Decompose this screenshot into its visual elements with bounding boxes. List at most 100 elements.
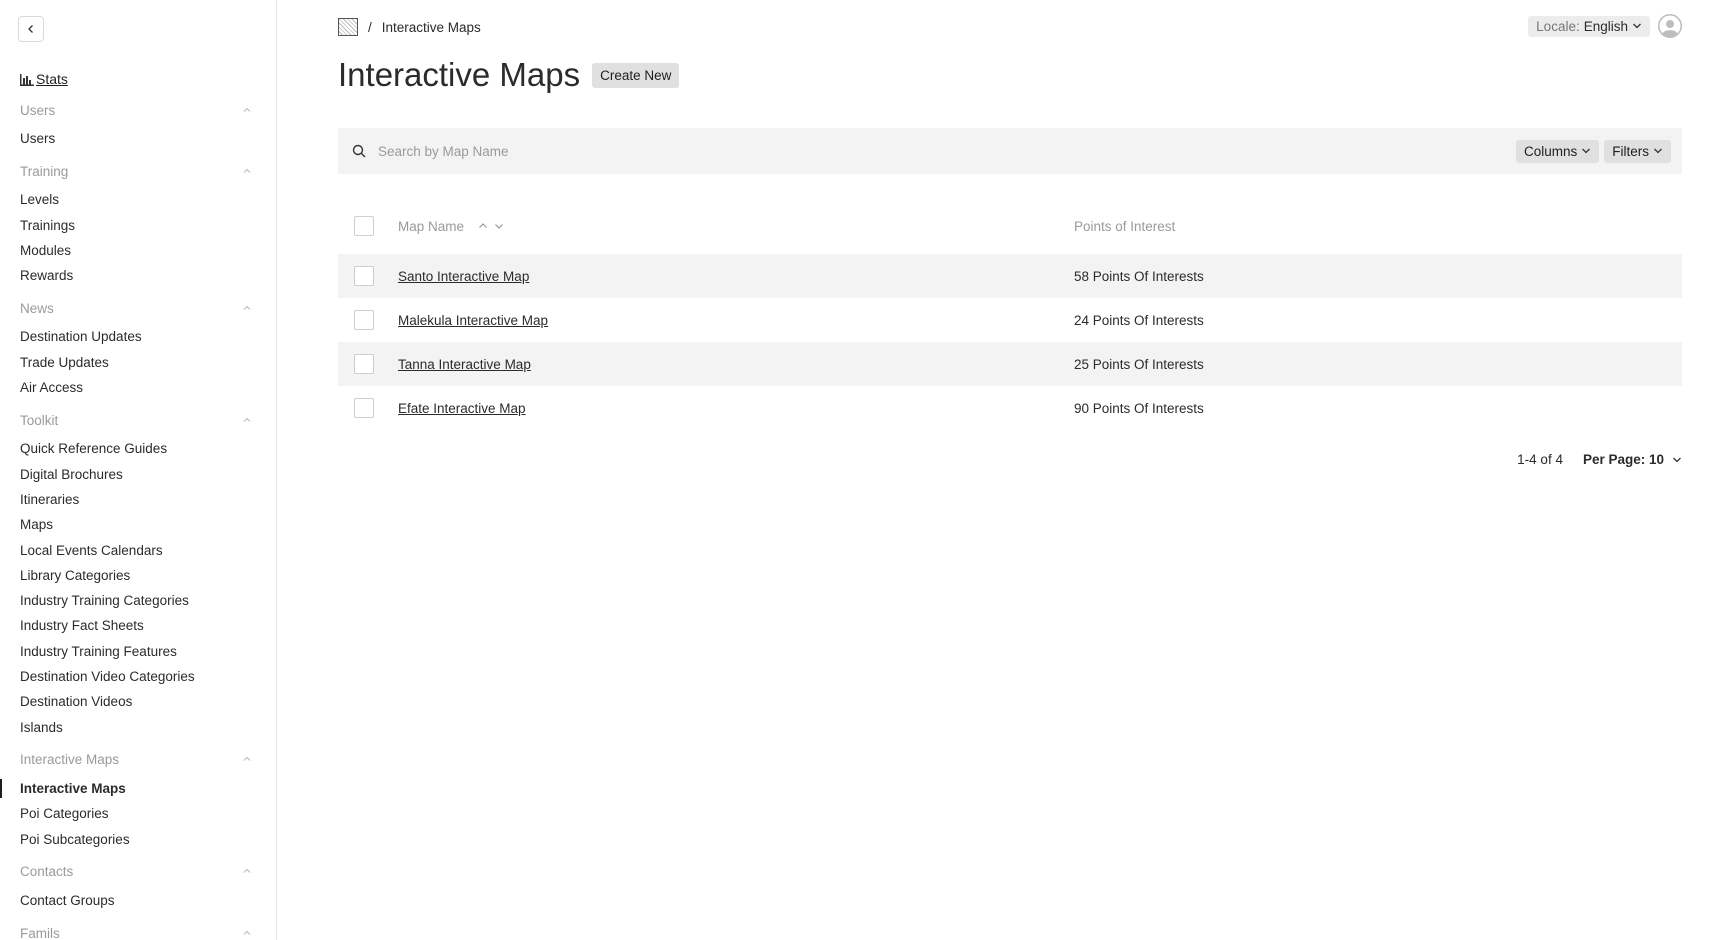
sidebar-item[interactable]: Destination Videos: [0, 689, 276, 714]
sidebar-item[interactable]: Library Categories: [0, 563, 276, 588]
sidebar-item[interactable]: Modules: [0, 238, 276, 263]
brand-logo[interactable]: [338, 18, 358, 36]
table-row: Efate Interactive Map 90 Points Of Intere…: [338, 386, 1682, 430]
locale-label: Locale:: [1536, 18, 1580, 34]
locale-value: English: [1583, 18, 1628, 34]
row-checkbox[interactable]: [354, 398, 374, 418]
sidebar-item[interactable]: Islands: [0, 715, 276, 740]
chevron-up-icon: [242, 301, 252, 316]
sidebar-item[interactable]: Contact Groups: [0, 888, 276, 913]
search-toolbar: Columns Filters: [338, 128, 1682, 174]
points-of-interest-count: 25 Points Of Interests: [1074, 356, 1204, 372]
filters-label: Filters: [1612, 143, 1649, 159]
sidebar-group-header[interactable]: Training: [0, 159, 276, 183]
sidebar-group: News Destination Updates Trade Updates Air …: [0, 296, 276, 400]
sidebar-nav: Users Users Training Levels Trainings Modules…: [0, 98, 276, 940]
search-icon: [352, 144, 366, 158]
table-row: Santo Interactive Map 58 Points Of Intere…: [338, 254, 1682, 298]
sidebar-item[interactable]: Destination Video Categories: [0, 664, 276, 689]
sidebar-item[interactable]: Quick Reference Guides: [0, 436, 276, 461]
sidebar-group-title: Toolkit: [20, 412, 59, 428]
sidebar-group-header[interactable]: Interactive Maps: [0, 748, 276, 772]
chevron-up-icon: [242, 103, 252, 118]
sidebar-group: Contacts Contact Groups: [0, 860, 276, 913]
sidebar-group-header[interactable]: News: [0, 296, 276, 320]
sidebar-item[interactable]: Local Events Calendars: [0, 538, 276, 563]
sidebar-item[interactable]: Industry Training Features: [0, 639, 276, 664]
user-avatar[interactable]: [1658, 14, 1682, 38]
create-new-button[interactable]: Create New: [592, 62, 680, 88]
sort-controls: [478, 221, 504, 231]
sidebar-group-header[interactable]: Famils: [0, 921, 276, 940]
sidebar-group: Training Levels Trainings Modules Rewards: [0, 159, 276, 288]
map-name-link[interactable]: Santo Interactive Map: [398, 269, 529, 284]
chevron-up-icon: [242, 864, 252, 879]
sidebar-item[interactable]: Poi Categories: [0, 801, 276, 826]
sidebar-group: Interactive Maps Interactive Maps Poi Cate…: [0, 748, 276, 852]
sidebar-item[interactable]: Industry Fact Sheets: [0, 613, 276, 638]
row-checkbox[interactable]: [354, 310, 374, 330]
sidebar-stats-link[interactable]: Stats: [20, 71, 68, 87]
sidebar-group-title: Famils: [20, 925, 60, 940]
breadcrumb-separator: /: [368, 19, 372, 35]
pagination: 1-4 of 4 Per Page: 10: [1517, 452, 1682, 467]
filters-button[interactable]: Filters: [1604, 139, 1671, 163]
sidebar-group-title: Interactive Maps: [20, 752, 120, 768]
columns-button[interactable]: Columns: [1515, 139, 1600, 163]
bar-chart-icon: [20, 73, 34, 86]
column-header-points-of-interest: Points of Interest: [1074, 218, 1176, 234]
sidebar-group-header[interactable]: Users: [0, 98, 276, 122]
sidebar-item[interactable]: Maps: [0, 512, 276, 537]
sidebar-group: Famils: [0, 921, 276, 940]
sort-descending-icon[interactable]: [494, 221, 504, 231]
chevron-left-icon: [28, 25, 33, 33]
sidebar-group: Toolkit Quick Reference Guides Digital Bro…: [0, 408, 276, 740]
row-checkbox[interactable]: [354, 266, 374, 286]
map-name-link[interactable]: Efate Interactive Map: [398, 401, 526, 416]
map-name-link[interactable]: Malekula Interactive Map: [398, 313, 548, 328]
chevron-down-icon: [1654, 148, 1662, 154]
locale-select[interactable]: Locale: English: [1528, 15, 1650, 37]
sidebar-group-title: Training: [20, 163, 69, 179]
main-content: / Interactive Maps Locale: English Inter…: [338, 0, 1682, 940]
sidebar-item[interactable]: Users: [0, 126, 276, 151]
table-header-row: Map Name Points of Interest: [338, 204, 1682, 248]
sort-ascending-icon[interactable]: [478, 221, 488, 231]
sidebar-group-title: Users: [20, 102, 56, 118]
search-input[interactable]: [376, 142, 1516, 160]
sidebar-item[interactable]: Rewards: [0, 263, 276, 288]
sidebar-item[interactable]: Destination Updates: [0, 324, 276, 349]
sidebar-item[interactable]: Itineraries: [0, 487, 276, 512]
sidebar-item[interactable]: Levels: [0, 187, 276, 212]
per-page-label: Per Page: 10: [1582, 452, 1664, 467]
points-of-interest-count: 58 Points Of Interests: [1074, 268, 1204, 284]
columns-label: Columns: [1523, 143, 1578, 159]
sidebar-item[interactable]: Air Access: [0, 375, 276, 400]
table-row: Tanna Interactive Map 25 Points Of Intere…: [338, 342, 1682, 386]
sidebar-item[interactable]: Trade Updates: [0, 350, 276, 375]
chevron-down-icon: [1582, 148, 1591, 154]
column-header-map-name[interactable]: Map Name: [398, 219, 464, 234]
row-checkbox[interactable]: [354, 354, 374, 374]
sidebar-item[interactable]: Digital Brochures: [0, 462, 276, 487]
sidebar-item[interactable]: Trainings: [0, 213, 276, 238]
page-title: Interactive Maps: [338, 56, 581, 93]
points-of-interest-count: 24 Points Of Interests: [1074, 312, 1204, 328]
sidebar-group-title: News: [20, 300, 54, 316]
sidebar: Stats Users Users Training Levels Trainings M…: [0, 0, 277, 940]
map-name-link[interactable]: Tanna Interactive Map: [398, 357, 531, 372]
user-icon: [1658, 14, 1682, 38]
per-page-select[interactable]: Per Page: 10: [1583, 452, 1682, 467]
sidebar-item[interactable]: Poi Subcategories: [0, 827, 276, 852]
select-all-checkbox[interactable]: [354, 216, 374, 236]
sidebar-item[interactable]: Industry Training Categories: [0, 588, 276, 613]
title-row: Interactive Maps Create New: [338, 56, 680, 94]
collapse-sidebar-button[interactable]: [18, 16, 44, 42]
sidebar-group-header[interactable]: Contacts: [0, 860, 276, 884]
chevron-up-icon: [242, 926, 252, 940]
sidebar-group: Users Users: [0, 98, 276, 151]
top-right-controls: Locale: English: [1528, 14, 1682, 38]
sidebar-group-header[interactable]: Toolkit: [0, 408, 276, 432]
maps-table: Map Name Points of Interest Santo Intera…: [338, 204, 1682, 430]
sidebar-item[interactable]: Interactive Maps: [0, 776, 276, 801]
